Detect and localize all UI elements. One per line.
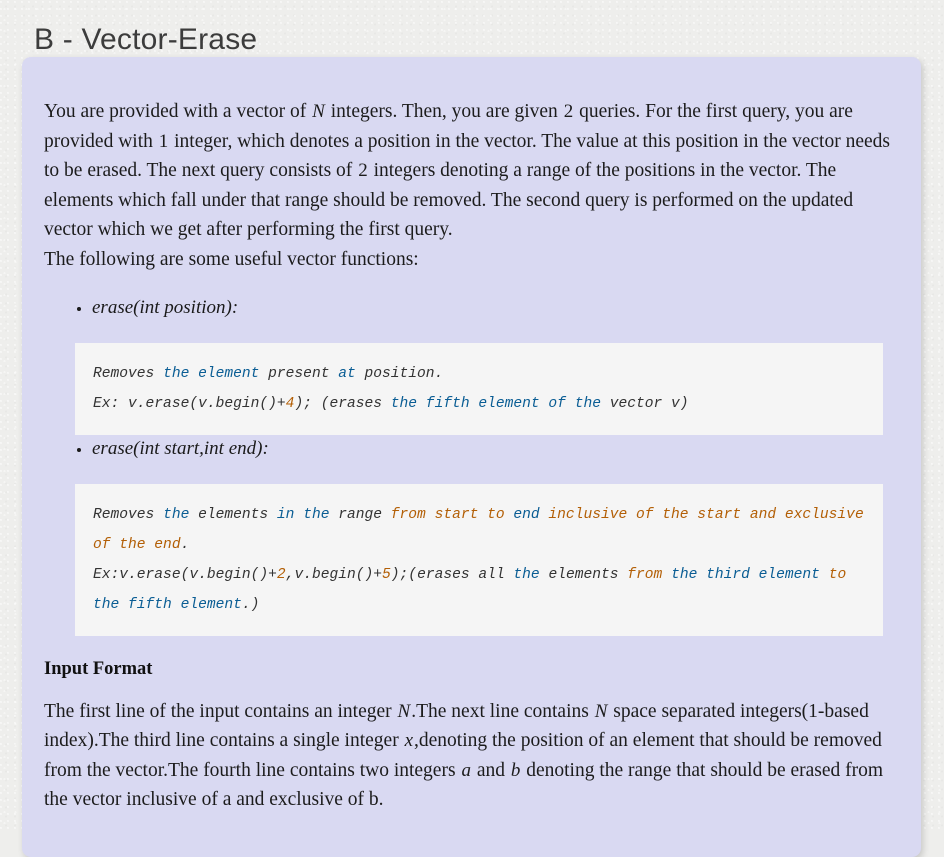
code-token: from	[627, 566, 672, 583]
page-title: B - Vector-Erase	[34, 23, 258, 57]
code-token: the element	[163, 365, 269, 382]
code-token: present	[268, 365, 339, 382]
code-line: Removes the elements in the range from s…	[93, 500, 865, 560]
math-var-n: N	[312, 101, 325, 122]
statement-text-a: You are provided with a vector of	[44, 101, 312, 122]
math-var-n-1: N	[397, 700, 411, 722]
math-var-b: b	[510, 759, 521, 781]
code-token: from start to	[390, 506, 514, 523]
code-token: to	[828, 566, 847, 583]
problem-statement-panel: You are provided with a vector of N inte…	[22, 57, 921, 857]
function-signature-erase-range: erase(int start,int end):	[92, 437, 269, 459]
code-token: Ex:v.erase(v.begin()+	[93, 566, 277, 583]
input-text-e: and	[471, 759, 510, 781]
list-item: erase(int start,int end): Removes the el…	[75, 435, 893, 636]
code-token: ,v.begin()+	[285, 566, 383, 583]
input-text-a: The first line of the input contains an …	[44, 700, 397, 722]
code-token: the third element	[671, 566, 829, 583]
math-num-one: 1	[158, 130, 169, 152]
math-var-n-2: N	[594, 700, 608, 722]
function-signature-erase-position: erase(int position):	[92, 296, 239, 318]
list-item: erase(int position): Removes the element…	[75, 294, 893, 435]
code-block-erase-position: Removes the element present at position.…	[75, 342, 883, 435]
code-token: in the	[276, 506, 339, 523]
statement-text-b: integers. Then, you are given	[325, 101, 563, 122]
code-token: range	[338, 506, 391, 523]
code-token: vector v)	[609, 395, 689, 412]
code-token: 5	[382, 566, 391, 583]
code-token: ); (erases	[294, 395, 391, 412]
input-text-b: .The next line contains	[411, 700, 594, 722]
code-token: 2	[276, 566, 286, 583]
code-token: the	[163, 506, 199, 523]
code-line: Ex:v.erase(v.begin()+2,v.begin()+5);(era…	[93, 560, 865, 620]
input-format-heading: Input Format	[44, 658, 153, 679]
math-var-x: x	[404, 730, 413, 752]
code-token: the	[513, 566, 549, 583]
problem-description-paragraph: You are provided with a vector of N inte…	[44, 97, 893, 275]
code-token: at	[338, 365, 365, 382]
code-line: Removes the element present at position.	[93, 359, 865, 389]
code-token: .)	[241, 596, 260, 613]
code-token: Ex: v.erase(v.begin()+	[93, 395, 286, 412]
code-token: elements	[548, 566, 628, 583]
input-format-paragraph: The first line of the input contains an …	[44, 697, 893, 815]
math-var-a: a	[461, 759, 471, 781]
code-token: Removes	[93, 506, 164, 523]
code-token: elements	[198, 506, 277, 523]
code-token: .	[180, 536, 190, 553]
math-num-two: 2	[563, 101, 574, 122]
useful-functions-lead: The following are some useful vector fun…	[44, 248, 419, 270]
code-block-erase-range: Removes the elements in the range from s…	[75, 483, 883, 636]
math-num-two-b: 2	[358, 160, 368, 182]
code-token: position.	[364, 365, 444, 382]
code-line: Ex: v.erase(v.begin()+4); (erases the fi…	[93, 389, 865, 419]
code-token: the fifth element	[93, 596, 242, 613]
code-token: );(erases all	[390, 566, 514, 583]
code-token: the fifth element of the	[390, 395, 610, 412]
vector-functions-list: erase(int position): Removes the element…	[44, 294, 893, 636]
code-token: end	[513, 506, 549, 523]
code-token: Removes	[93, 365, 164, 382]
